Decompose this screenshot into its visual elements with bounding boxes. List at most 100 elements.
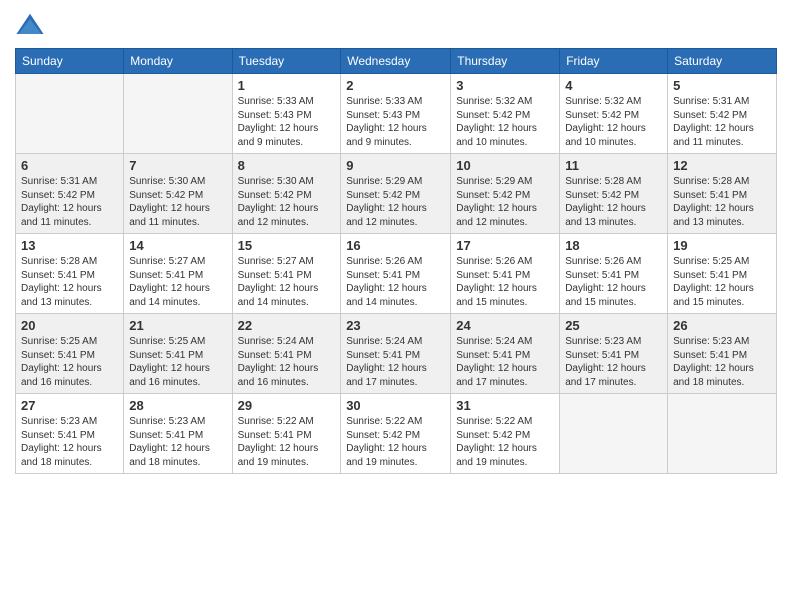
day-info: Sunrise: 5:32 AMSunset: 5:42 PMDaylight:… <box>565 95 662 149</box>
day-number: 6 <box>21 158 118 173</box>
calendar-cell: 15 Sunrise: 5:27 AMSunset: 5:41 PMDayligh… <box>232 234 341 314</box>
calendar-cell: 12Sunrise: 5:28 AMSunset: 5:41 PMDayligh… <box>668 154 777 234</box>
weekday-header: Saturday <box>668 49 777 74</box>
calendar-cell <box>16 74 124 154</box>
calendar-body: 1 Sunrise: 5:33 AMSunset: 5:43 PMDaylight… <box>16 74 777 474</box>
day-info: Sunrise: 5:22 AMSunset: 5:41 PMDaylight:… <box>238 415 336 469</box>
day-number: 14 <box>129 238 226 253</box>
calendar-week-row: 6 Sunrise: 5:31 AMSunset: 5:42 PMDaylight… <box>16 154 777 234</box>
day-number: 13 <box>21 238 118 253</box>
calendar-cell: 7Sunrise: 5:30 AMSunset: 5:42 PMDaylight… <box>124 154 232 234</box>
day-info: Sunrise: 5:31 AMSunset: 5:42 PMDaylight:… <box>21 175 118 229</box>
calendar-week-row: 27 Sunrise: 5:23 AMSunset: 5:41 PMDayligh… <box>16 394 777 474</box>
day-number: 31 <box>456 398 554 413</box>
calendar-cell: 27 Sunrise: 5:23 AMSunset: 5:41 PMDayligh… <box>16 394 124 474</box>
calendar-cell: 23 Sunrise: 5:24 AMSunset: 5:41 PMDayligh… <box>341 314 451 394</box>
calendar-cell <box>560 394 668 474</box>
weekday-row: SundayMondayTuesdayWednesdayThursdayFrid… <box>16 49 777 74</box>
day-number: 28 <box>129 398 226 413</box>
calendar-cell: 14Sunrise: 5:27 AMSunset: 5:41 PMDayligh… <box>124 234 232 314</box>
day-number: 1 <box>238 78 336 93</box>
day-number: 2 <box>346 78 445 93</box>
weekday-header: Wednesday <box>341 49 451 74</box>
day-info: Sunrise: 5:23 AMSunset: 5:41 PMDaylight:… <box>129 415 226 469</box>
calendar-cell: 16 Sunrise: 5:26 AMSunset: 5:41 PMDayligh… <box>341 234 451 314</box>
calendar-cell: 24 Sunrise: 5:24 AMSunset: 5:41 PMDayligh… <box>451 314 560 394</box>
calendar-cell: 10 Sunrise: 5:29 AMSunset: 5:42 PMDayligh… <box>451 154 560 234</box>
day-info: Sunrise: 5:23 AMSunset: 5:41 PMDaylight:… <box>565 335 662 389</box>
day-number: 4 <box>565 78 662 93</box>
calendar-cell: 29 Sunrise: 5:22 AMSunset: 5:41 PMDayligh… <box>232 394 341 474</box>
day-info: Sunrise: 5:33 AMSunset: 5:43 PMDaylight:… <box>346 95 445 149</box>
day-info: Sunrise: 5:22 AMSunset: 5:42 PMDaylight:… <box>456 415 554 469</box>
weekday-header: Monday <box>124 49 232 74</box>
day-number: 26 <box>673 318 771 333</box>
day-number: 9 <box>346 158 445 173</box>
day-number: 18 <box>565 238 662 253</box>
day-info: Sunrise: 5:23 AMSunset: 5:41 PMDaylight:… <box>673 335 771 389</box>
day-info: Sunrise: 5:31 AMSunset: 5:42 PMDaylight:… <box>673 95 771 149</box>
calendar-cell: 21 Sunrise: 5:25 AMSunset: 5:41 PMDayligh… <box>124 314 232 394</box>
day-number: 24 <box>456 318 554 333</box>
calendar-table: SundayMondayTuesdayWednesdayThursdayFrid… <box>15 48 777 474</box>
day-info: Sunrise: 5:28 AMSunset: 5:42 PMDaylight:… <box>565 175 662 229</box>
day-info: Sunrise: 5:22 AMSunset: 5:42 PMDaylight:… <box>346 415 445 469</box>
calendar-cell: 9 Sunrise: 5:29 AMSunset: 5:42 PMDaylight… <box>341 154 451 234</box>
weekday-header: Tuesday <box>232 49 341 74</box>
day-number: 16 <box>346 238 445 253</box>
calendar-cell: 13 Sunrise: 5:28 AMSunset: 5:41 PMDayligh… <box>16 234 124 314</box>
calendar-week-row: 13 Sunrise: 5:28 AMSunset: 5:41 PMDayligh… <box>16 234 777 314</box>
day-number: 8 <box>238 158 336 173</box>
calendar-header: SundayMondayTuesdayWednesdayThursdayFrid… <box>16 49 777 74</box>
day-info: Sunrise: 5:26 AMSunset: 5:41 PMDaylight:… <box>346 255 445 309</box>
day-info: Sunrise: 5:25 AMSunset: 5:41 PMDaylight:… <box>21 335 118 389</box>
calendar-week-row: 1 Sunrise: 5:33 AMSunset: 5:43 PMDaylight… <box>16 74 777 154</box>
day-info: Sunrise: 5:28 AMSunset: 5:41 PMDaylight:… <box>673 175 771 229</box>
day-info: Sunrise: 5:30 AMSunset: 5:42 PMDaylight:… <box>238 175 336 229</box>
day-number: 23 <box>346 318 445 333</box>
page: SundayMondayTuesdayWednesdayThursdayFrid… <box>0 0 792 612</box>
header <box>15 10 777 40</box>
day-info: Sunrise: 5:30 AMSunset: 5:42 PMDaylight:… <box>129 175 226 229</box>
day-info: Sunrise: 5:28 AMSunset: 5:41 PMDaylight:… <box>21 255 118 309</box>
day-number: 27 <box>21 398 118 413</box>
day-info: Sunrise: 5:25 AMSunset: 5:41 PMDaylight:… <box>673 255 771 309</box>
day-number: 19 <box>673 238 771 253</box>
day-number: 11 <box>565 158 662 173</box>
calendar-cell: 28 Sunrise: 5:23 AMSunset: 5:41 PMDayligh… <box>124 394 232 474</box>
calendar-cell: 30 Sunrise: 5:22 AMSunset: 5:42 PMDayligh… <box>341 394 451 474</box>
day-info: Sunrise: 5:29 AMSunset: 5:42 PMDaylight:… <box>456 175 554 229</box>
weekday-header: Thursday <box>451 49 560 74</box>
calendar-cell: 26 Sunrise: 5:23 AMSunset: 5:41 PMDayligh… <box>668 314 777 394</box>
day-number: 21 <box>129 318 226 333</box>
calendar-cell: 22Sunrise: 5:24 AMSunset: 5:41 PMDayligh… <box>232 314 341 394</box>
day-info: Sunrise: 5:23 AMSunset: 5:41 PMDaylight:… <box>21 415 118 469</box>
day-number: 15 <box>238 238 336 253</box>
day-number: 20 <box>21 318 118 333</box>
calendar-cell: 1Sunrise: 5:33 AMSunset: 5:43 PMDaylight… <box>232 74 341 154</box>
day-info: Sunrise: 5:27 AMSunset: 5:41 PMDaylight:… <box>238 255 336 309</box>
day-number: 30 <box>346 398 445 413</box>
day-info: Sunrise: 5:24 AMSunset: 5:41 PMDaylight:… <box>456 335 554 389</box>
day-number: 17 <box>456 238 554 253</box>
calendar-cell: 18 Sunrise: 5:26 AMSunset: 5:41 PMDayligh… <box>560 234 668 314</box>
day-info: Sunrise: 5:26 AMSunset: 5:41 PMDaylight:… <box>565 255 662 309</box>
day-number: 3 <box>456 78 554 93</box>
day-number: 5 <box>673 78 771 93</box>
day-number: 10 <box>456 158 554 173</box>
calendar-cell <box>124 74 232 154</box>
day-number: 29 <box>238 398 336 413</box>
calendar-week-row: 20 Sunrise: 5:25 AMSunset: 5:41 PMDayligh… <box>16 314 777 394</box>
logo <box>15 10 49 40</box>
weekday-header: Friday <box>560 49 668 74</box>
calendar-cell: 20 Sunrise: 5:25 AMSunset: 5:41 PMDayligh… <box>16 314 124 394</box>
calendar-cell: 11 Sunrise: 5:28 AMSunset: 5:42 PMDayligh… <box>560 154 668 234</box>
day-info: Sunrise: 5:24 AMSunset: 5:41 PMDaylight:… <box>346 335 445 389</box>
calendar-cell: 3Sunrise: 5:32 AMSunset: 5:42 PMDaylight… <box>451 74 560 154</box>
day-info: Sunrise: 5:26 AMSunset: 5:41 PMDaylight:… <box>456 255 554 309</box>
day-info: Sunrise: 5:29 AMSunset: 5:42 PMDaylight:… <box>346 175 445 229</box>
calendar-cell: 31 Sunrise: 5:22 AMSunset: 5:42 PMDayligh… <box>451 394 560 474</box>
calendar-cell: 6 Sunrise: 5:31 AMSunset: 5:42 PMDaylight… <box>16 154 124 234</box>
day-info: Sunrise: 5:25 AMSunset: 5:41 PMDaylight:… <box>129 335 226 389</box>
day-number: 22 <box>238 318 336 333</box>
